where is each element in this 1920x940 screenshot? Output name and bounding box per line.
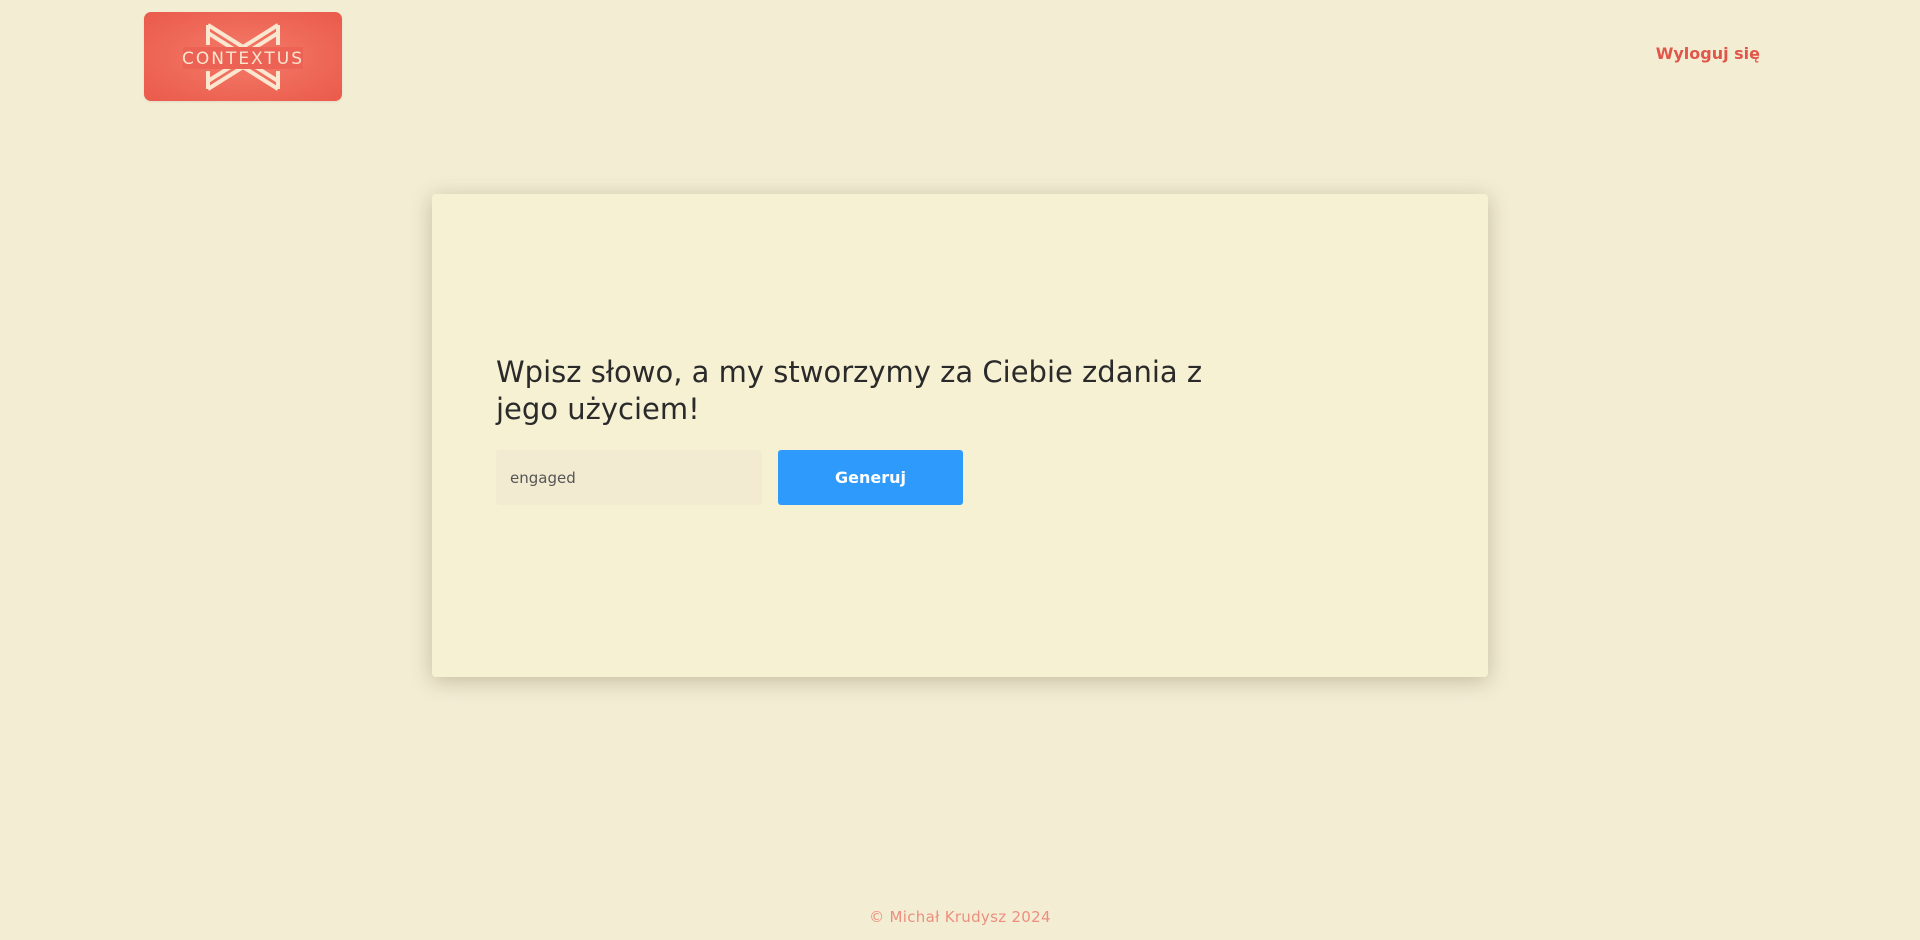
contextus-logo[interactable]: CONTEXTUS — [144, 12, 342, 101]
page-title: Wpisz słowo, a my stworzymy za Ciebie zd… — [496, 355, 1203, 426]
generate-button[interactable]: Generuj — [778, 450, 963, 505]
generator-card: Wpisz słowo, a my stworzymy za Ciebie zd… — [432, 194, 1488, 677]
word-input[interactable] — [496, 450, 762, 505]
logout-link[interactable]: Wyloguj się — [1656, 44, 1760, 63]
page: CONTEXTUS Wyloguj się Wpisz słowo, a my … — [0, 0, 1920, 940]
footer-copyright: © Michał Krudysz 2024 — [869, 908, 1051, 926]
contextus-logo-icon: CONTEXTUS — [182, 22, 304, 91]
logo-text: CONTEXTUS — [182, 49, 304, 69]
